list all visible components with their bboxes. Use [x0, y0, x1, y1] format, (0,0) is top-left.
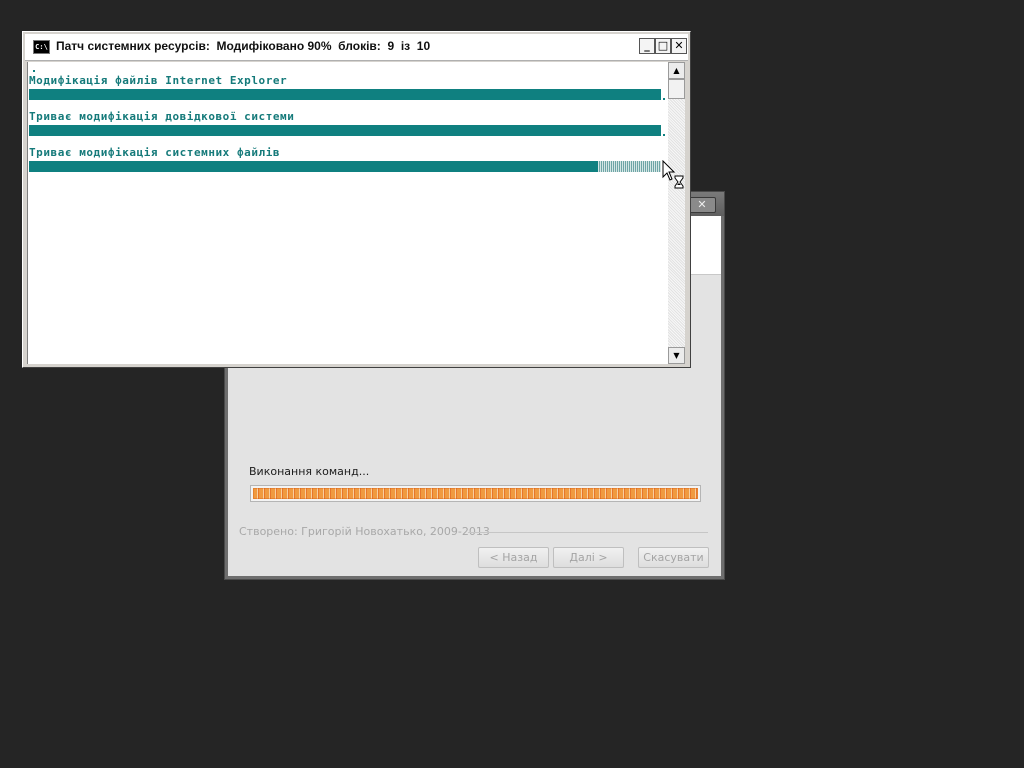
- minimize-button[interactable]: _: [639, 38, 655, 54]
- console-line: Триває модифікація довідкової системи: [29, 110, 295, 123]
- cancel-button[interactable]: Скасувати: [638, 547, 709, 568]
- scrollbar-thumb[interactable]: [668, 79, 685, 99]
- installer-progress-bar: [250, 485, 701, 502]
- console-window: C:\ Патч системних ресурсів: Модифікован…: [22, 31, 691, 368]
- console-progress-bar: [29, 125, 661, 136]
- console-bar-end-tick: [663, 134, 665, 136]
- installer-branding-divider: [468, 532, 708, 533]
- console-progress-fill: [29, 161, 598, 172]
- console-bar-end-tick: [663, 98, 665, 100]
- scroll-up-button[interactable]: ▲: [668, 62, 685, 79]
- console-titlebar[interactable]: C:\ Патч системних ресурсів: Модифікован…: [25, 34, 688, 61]
- installer-branding-text: Створено: Григорій Новохатько, 2009-2013: [239, 525, 490, 538]
- close-button[interactable]: ✕: [671, 38, 687, 54]
- installer-status-label: Виконання команд...: [249, 465, 370, 478]
- console-output[interactable]: Модифікація файлів Internet Explorer Три…: [27, 62, 669, 364]
- console-line: Модифікація файлів Internet Explorer: [29, 74, 288, 87]
- next-button[interactable]: Далі >: [553, 547, 624, 568]
- console-progress-bar: [29, 161, 661, 172]
- console-progress-bar: [29, 89, 661, 100]
- console-line: Триває модифікація системних файлів: [29, 146, 281, 159]
- installer-progress-fill: [253, 488, 698, 499]
- busy-arrow-hourglass-icon: [662, 160, 684, 189]
- cmd-icon[interactable]: C:\: [33, 40, 50, 54]
- console-scrollbar[interactable]: ▲ ▼: [668, 62, 685, 364]
- console-progress-fill: [29, 89, 661, 100]
- scroll-down-button[interactable]: ▼: [668, 347, 685, 364]
- installer-close-button[interactable]: ✕: [688, 197, 716, 213]
- maximize-button[interactable]: □: [655, 38, 671, 54]
- back-button[interactable]: < Назад: [478, 547, 549, 568]
- console-cursor: [33, 70, 35, 72]
- console-progress-fill: [29, 125, 661, 136]
- console-title: Патч системних ресурсів: Модифіковано 90…: [56, 39, 431, 53]
